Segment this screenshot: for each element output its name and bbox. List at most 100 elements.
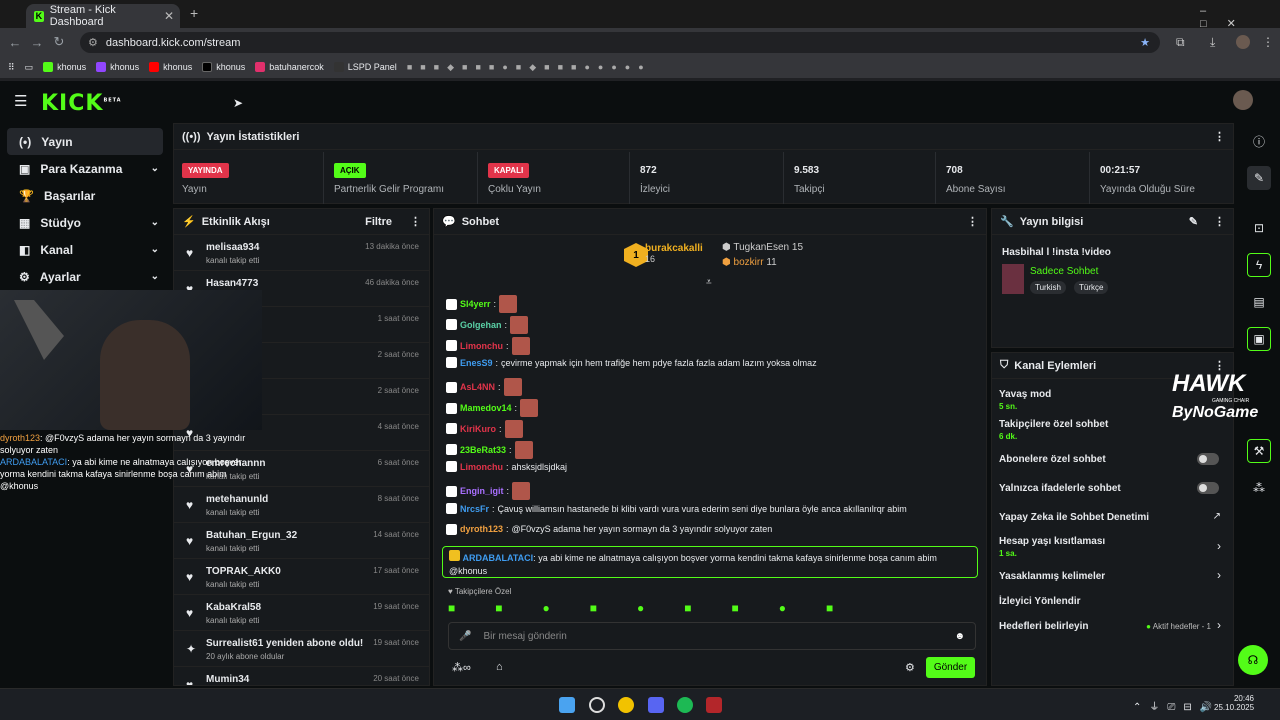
emote-bar[interactable]: ■■●■●■■●■ bbox=[448, 601, 873, 615]
bookmark[interactable]: khonus bbox=[43, 62, 86, 72]
support-icon[interactable]: ☊ bbox=[1238, 645, 1268, 675]
emote-only-toggle[interactable] bbox=[1197, 482, 1219, 494]
badge-icon bbox=[446, 402, 457, 414]
address-bar[interactable]: ⚙ dashboard.kick.com/stream ★ bbox=[80, 32, 1160, 53]
action-account-age[interactable]: Hesap yaşı kısıtlaması 1 sa. bbox=[999, 536, 1105, 558]
camera-icon[interactable]: ⊡ bbox=[1247, 216, 1271, 240]
search-icon[interactable] bbox=[589, 697, 605, 713]
chat-icon[interactable]: ▣ bbox=[1247, 327, 1271, 351]
points-icon[interactable]: ⁂ bbox=[1247, 476, 1271, 500]
sidebar-item-studyo[interactable]: ▦ Stüdyo ⌄ bbox=[7, 209, 163, 236]
bookmark[interactable]: LSPD Panel bbox=[333, 62, 397, 72]
sidebar-item-ayarlar[interactable]: ⚙ Ayarlar ⌄ bbox=[7, 263, 163, 290]
info-icon[interactable]: ⓘ bbox=[1247, 129, 1271, 153]
category-thumbnail bbox=[1002, 264, 1024, 294]
sidebar-item-para-kazanma[interactable]: ▣ Para Kazanma ⌄ bbox=[7, 155, 163, 182]
action-followers-only[interactable]: Takipçilere özel sohbet 6 dk. bbox=[999, 419, 1108, 441]
hamburger-icon[interactable]: ☰ bbox=[14, 92, 27, 110]
stat-uptime: 00:21:57 Yayında Olduğu Süre bbox=[1100, 165, 1195, 195]
close-tab-icon[interactable]: ✕ bbox=[164, 9, 174, 23]
subscribers-only-toggle[interactable] bbox=[1197, 453, 1219, 465]
bookmark-icons[interactable]: ■■■◆■■■●■◆■■■●●●●● bbox=[407, 62, 652, 73]
chat-message: Limonchu: bbox=[446, 336, 530, 355]
chrome-icon[interactable] bbox=[618, 697, 634, 713]
category-link[interactable]: Sadece Sohbet bbox=[1030, 266, 1098, 277]
highlighted-message: ARDABALATACI: ya abi kime ne alnatmaya c… bbox=[442, 546, 978, 578]
apps-icon[interactable]: ⠿ bbox=[8, 62, 15, 73]
chat-message: AsL4NN: bbox=[446, 378, 522, 397]
event-item: ♥ TOPRAK_AKK0 kanalı takip etti 17 saat önc… bbox=[174, 560, 429, 595]
user-avatar[interactable] bbox=[1233, 90, 1253, 110]
points-icon[interactable]: ⁂∞ bbox=[452, 661, 471, 674]
action-emote-only[interactable]: Yalnızca ifadelerle sohbet bbox=[999, 483, 1121, 494]
bookmark-star-icon[interactable]: ★ bbox=[1140, 36, 1150, 49]
new-tab-icon[interactable]: + bbox=[190, 5, 198, 21]
extensions-icon[interactable]: ⧉ bbox=[1176, 35, 1185, 50]
external-icon[interactable]: ↗ bbox=[1213, 511, 1221, 522]
more-icon[interactable]: ⋮ bbox=[410, 215, 421, 228]
send-button[interactable]: Gönder bbox=[926, 657, 975, 678]
tray-icons[interactable]: ⌃⏚⎚⊟🔊 bbox=[1133, 698, 1220, 713]
chevron-right-icon[interactable]: › bbox=[1217, 539, 1221, 553]
browser-tab[interactable]: K Stream - Kick Dashboard ✕ bbox=[26, 4, 180, 28]
discord-icon[interactable] bbox=[648, 697, 664, 713]
chat-message: dyroth123: @F0vzyS adama her yayın sormay… bbox=[446, 523, 772, 535]
edit-icon[interactable]: ✎ bbox=[1247, 166, 1271, 190]
more-icon[interactable]: ⋮ bbox=[1214, 130, 1225, 143]
right-toolbar: ⓘ ✎ ⊡ ϟ ▤ ▣ ⚒ ⁂ ☊ bbox=[1238, 121, 1280, 686]
tag[interactable]: Türkçe bbox=[1074, 281, 1109, 294]
filter-button[interactable]: Filtre bbox=[365, 216, 392, 228]
store-icon[interactable]: ⌂ bbox=[496, 661, 503, 673]
action-ai-moderation[interactable]: Yapay Zeka ile Sohbet Denetimi bbox=[999, 512, 1149, 523]
forward-icon[interactable]: → bbox=[26, 35, 48, 50]
clock[interactable]: 20:46 25.10.2025 bbox=[1214, 694, 1254, 712]
badge-icon bbox=[446, 381, 457, 393]
bookmark[interactable]: khonus bbox=[96, 62, 139, 72]
profile-avatar[interactable] bbox=[1236, 35, 1250, 49]
edit-icon[interactable]: ✎ bbox=[1189, 215, 1198, 228]
app-icon[interactable] bbox=[706, 697, 722, 713]
download-icon[interactable]: ⤓ bbox=[1210, 35, 1215, 50]
spotify-icon[interactable] bbox=[677, 697, 693, 713]
bookmark[interactable]: khonus bbox=[149, 62, 192, 72]
sidebar-item-basarilar[interactable]: 🏆 Başarılar bbox=[7, 182, 163, 209]
heart-icon: ♥ bbox=[186, 534, 194, 548]
reload-icon[interactable]: ↻ bbox=[48, 34, 70, 50]
monetization-icon: ▣ bbox=[19, 161, 31, 176]
more-icon[interactable]: ⋮ bbox=[967, 215, 978, 228]
sidebar-item-kanal[interactable]: ◧ Kanal ⌄ bbox=[7, 236, 163, 263]
kick-logo[interactable]: KICKBETA bbox=[41, 91, 122, 116]
expand-icon[interactable]: ⩡ bbox=[706, 277, 712, 288]
bookmark[interactable]: khonus bbox=[202, 62, 245, 72]
wrench-icon[interactable]: ⚒ bbox=[1247, 439, 1271, 463]
top-gifter-3: ⬢ bozkirr 11 bbox=[722, 257, 777, 268]
tag[interactable]: Turkish bbox=[1030, 281, 1066, 294]
message-input[interactable]: 🎤 Bir mesaj gönderin ☻ bbox=[448, 622, 976, 650]
tab-title: Stream - Kick Dashboard bbox=[49, 4, 116, 28]
stream-title: Hasbihal l !insta !video bbox=[1002, 247, 1111, 258]
start-icon[interactable] bbox=[559, 697, 575, 713]
action-subscribers-only[interactable]: Abonelere özel sohbet bbox=[999, 454, 1106, 465]
action-goals[interactable]: Hedefleri belirleyin bbox=[999, 621, 1088, 632]
gear-icon: ⚙ bbox=[19, 269, 30, 284]
stat-partner: AÇIK Partnerlik Gelir Programı bbox=[326, 152, 478, 204]
badge-icon bbox=[446, 423, 457, 435]
action-slow-mode[interactable]: Yavaş mod 5 sn. bbox=[999, 389, 1051, 411]
site-info-icon[interactable]: ⚙ bbox=[88, 36, 98, 49]
streamer-image bbox=[100, 320, 190, 430]
chevron-right-icon[interactable]: › bbox=[1217, 618, 1221, 632]
document-icon[interactable]: ▤ bbox=[1247, 290, 1271, 314]
folder-icon[interactable]: ▭ bbox=[25, 62, 34, 73]
window-controls[interactable]: –□✕ bbox=[1200, 5, 1280, 30]
settings-icon[interactable]: ⚙ bbox=[905, 661, 915, 674]
back-icon[interactable]: ← bbox=[4, 35, 26, 50]
action-raid[interactable]: İzleyici Yönlendir bbox=[999, 596, 1081, 607]
action-banned-words[interactable]: Yasaklanmış kelimeler bbox=[999, 571, 1105, 582]
bolt-icon[interactable]: ϟ bbox=[1247, 253, 1271, 277]
more-icon[interactable]: ⋮ bbox=[1214, 215, 1225, 228]
bookmark[interactable]: batuhanercok bbox=[255, 62, 324, 72]
chat-message: 23BeRat33: bbox=[446, 440, 533, 459]
menu-icon[interactable]: ⋮ bbox=[1262, 35, 1274, 49]
chevron-right-icon[interactable]: › bbox=[1217, 568, 1221, 582]
sidebar-item-yayin[interactable]: (•) Yayın bbox=[7, 128, 163, 155]
